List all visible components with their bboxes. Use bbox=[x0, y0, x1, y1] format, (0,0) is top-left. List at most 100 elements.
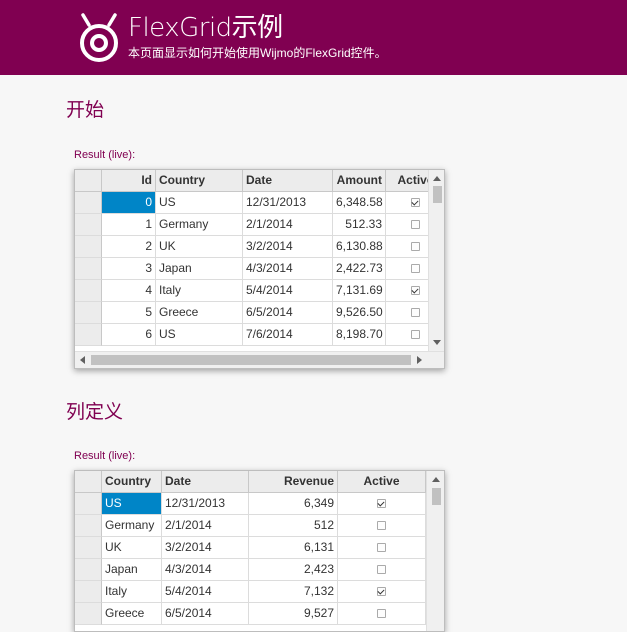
checkbox-checked[interactable] bbox=[377, 499, 386, 509]
scroll-up-arrow-icon[interactable] bbox=[432, 477, 440, 482]
scroll-up-arrow-icon[interactable] bbox=[433, 176, 441, 181]
grid-cell-country[interactable]: US bbox=[156, 324, 243, 346]
vertical-scrollbar[interactable] bbox=[428, 170, 444, 351]
wijmo-logo-icon bbox=[80, 13, 118, 62]
row-header[interactable] bbox=[75, 324, 102, 346]
column-header-revenue[interactable]: Revenue bbox=[249, 471, 338, 493]
grid-cell-amount[interactable]: 8,198.70 bbox=[333, 324, 386, 346]
page-title: FlexGrid示例 bbox=[128, 13, 283, 43]
column-header-date[interactable]: Date bbox=[243, 170, 333, 192]
vertical-scroll-thumb[interactable] bbox=[432, 488, 441, 505]
grid-cell-id[interactable]: 6 bbox=[102, 324, 156, 346]
grid-cell-country[interactable]: Italy bbox=[102, 581, 162, 603]
grid-cell-date[interactable]: 7/6/2014 bbox=[243, 324, 333, 346]
checkbox-unchecked[interactable] bbox=[377, 565, 386, 575]
grid-cell-date[interactable]: 3/2/2014 bbox=[243, 236, 333, 258]
row-header[interactable] bbox=[75, 559, 102, 581]
grid-cell-country[interactable]: Japan bbox=[156, 258, 243, 280]
horizontal-scroll-thumb[interactable] bbox=[91, 355, 411, 365]
column-header-country[interactable]: Country bbox=[156, 170, 243, 192]
grid-cell-id[interactable]: 4 bbox=[102, 280, 156, 302]
flexgrid-columns[interactable]: Country Date Revenue Active US 12/31/2013 6,34… bbox=[74, 470, 445, 632]
grid-cell-country[interactable]: UK bbox=[102, 537, 162, 559]
checkbox-unchecked[interactable] bbox=[411, 242, 420, 252]
checkbox-unchecked[interactable] bbox=[411, 308, 420, 318]
grid-cell-date[interactable]: 4/3/2014 bbox=[243, 258, 333, 280]
grid-cell-amount[interactable]: 6,130.88 bbox=[333, 236, 386, 258]
grid-cell-revenue[interactable]: 7,132 bbox=[249, 581, 338, 603]
row-header[interactable] bbox=[75, 515, 102, 537]
grid-cell-country[interactable]: US bbox=[102, 493, 162, 515]
grid-cell-id[interactable]: 0 bbox=[102, 192, 156, 214]
grid-cell-amount[interactable]: 6,348.58 bbox=[333, 192, 386, 214]
grid-cell-date[interactable]: 5/4/2014 bbox=[162, 581, 249, 603]
column-header-active[interactable]: Active bbox=[338, 471, 426, 493]
grid-cell-active[interactable] bbox=[338, 493, 426, 515]
row-header[interactable] bbox=[75, 280, 102, 302]
grid-corner-cell[interactable] bbox=[75, 170, 102, 192]
checkbox-checked[interactable] bbox=[377, 587, 386, 597]
column-header-country[interactable]: Country bbox=[102, 471, 162, 493]
horizontal-scrollbar[interactable] bbox=[75, 351, 428, 368]
grid-cell-country[interactable]: US bbox=[156, 192, 243, 214]
grid-cell-revenue[interactable]: 512 bbox=[249, 515, 338, 537]
column-header-id[interactable]: Id bbox=[102, 170, 156, 192]
row-header[interactable] bbox=[75, 302, 102, 324]
section-title-column-definitions: 列定义 bbox=[66, 401, 124, 423]
row-header[interactable] bbox=[75, 258, 102, 280]
grid-cell-amount[interactable]: 2,422.73 bbox=[333, 258, 386, 280]
grid-cell-country[interactable]: Italy bbox=[156, 280, 243, 302]
scroll-right-arrow-icon[interactable] bbox=[417, 356, 422, 364]
row-header[interactable] bbox=[75, 214, 102, 236]
row-header[interactable] bbox=[75, 192, 102, 214]
grid-cell-amount[interactable]: 7,131.69 bbox=[333, 280, 386, 302]
grid-cell-date[interactable]: 12/31/2013 bbox=[162, 493, 249, 515]
column-header-amount[interactable]: Amount bbox=[333, 170, 386, 192]
grid-cell-date[interactable]: 6/5/2014 bbox=[243, 302, 333, 324]
row-header[interactable] bbox=[75, 236, 102, 258]
grid-cell-revenue[interactable]: 2,423 bbox=[249, 559, 338, 581]
checkbox-unchecked[interactable] bbox=[377, 521, 386, 531]
scroll-left-arrow-icon[interactable] bbox=[80, 356, 85, 364]
checkbox-checked[interactable] bbox=[411, 198, 420, 208]
grid-cell-country[interactable]: Greece bbox=[156, 302, 243, 324]
vertical-scroll-thumb[interactable] bbox=[433, 186, 442, 203]
grid-cell-id[interactable]: 1 bbox=[102, 214, 156, 236]
row-header[interactable] bbox=[75, 581, 102, 603]
grid-cell-active[interactable] bbox=[338, 537, 426, 559]
grid-cell-id[interactable]: 2 bbox=[102, 236, 156, 258]
column-header-date[interactable]: Date bbox=[162, 471, 249, 493]
grid-cell-date[interactable]: 2/1/2014 bbox=[162, 515, 249, 537]
grid-cell-amount[interactable]: 512.33 bbox=[333, 214, 386, 236]
checkbox-unchecked[interactable] bbox=[411, 330, 420, 340]
flexgrid-basic[interactable]: Id Country Date Amount Active 0 US 12/31/2013 6,… bbox=[74, 169, 445, 369]
scroll-down-arrow-icon[interactable] bbox=[433, 340, 441, 345]
grid-cell-revenue[interactable]: 6,349 bbox=[249, 493, 338, 515]
checkbox-unchecked[interactable] bbox=[377, 543, 386, 553]
row-header[interactable] bbox=[75, 537, 102, 559]
checkbox-unchecked[interactable] bbox=[377, 609, 386, 619]
page-header: FlexGrid示例 本页面显示如何开始使用Wijmo的FlexGrid控件。 bbox=[0, 0, 627, 75]
grid-cell-date[interactable]: 2/1/2014 bbox=[243, 214, 333, 236]
grid-cell-country[interactable]: Germany bbox=[156, 214, 243, 236]
grid-cell-active[interactable] bbox=[338, 559, 426, 581]
checkbox-checked[interactable] bbox=[411, 286, 420, 296]
grid-cell-country[interactable]: Germany bbox=[102, 515, 162, 537]
grid-cell-revenue[interactable]: 6,131 bbox=[249, 537, 338, 559]
grid-cell-country[interactable]: UK bbox=[156, 236, 243, 258]
grid-cell-date[interactable]: 5/4/2014 bbox=[243, 280, 333, 302]
grid-corner-cell[interactable] bbox=[75, 471, 102, 493]
grid-cell-id[interactable]: 3 bbox=[102, 258, 156, 280]
grid-cell-active[interactable] bbox=[338, 581, 426, 603]
grid-cell-amount[interactable]: 9,526.50 bbox=[333, 302, 386, 324]
grid-cell-date[interactable]: 3/2/2014 bbox=[162, 537, 249, 559]
grid-cell-active[interactable] bbox=[338, 515, 426, 537]
vertical-scrollbar[interactable] bbox=[426, 471, 444, 631]
grid-cell-date[interactable]: 12/31/2013 bbox=[243, 192, 333, 214]
row-header[interactable] bbox=[75, 493, 102, 515]
grid-cell-date[interactable]: 4/3/2014 bbox=[162, 559, 249, 581]
checkbox-unchecked[interactable] bbox=[411, 220, 420, 230]
grid-cell-country[interactable]: Japan bbox=[102, 559, 162, 581]
grid-cell-id[interactable]: 5 bbox=[102, 302, 156, 324]
checkbox-unchecked[interactable] bbox=[411, 264, 420, 274]
